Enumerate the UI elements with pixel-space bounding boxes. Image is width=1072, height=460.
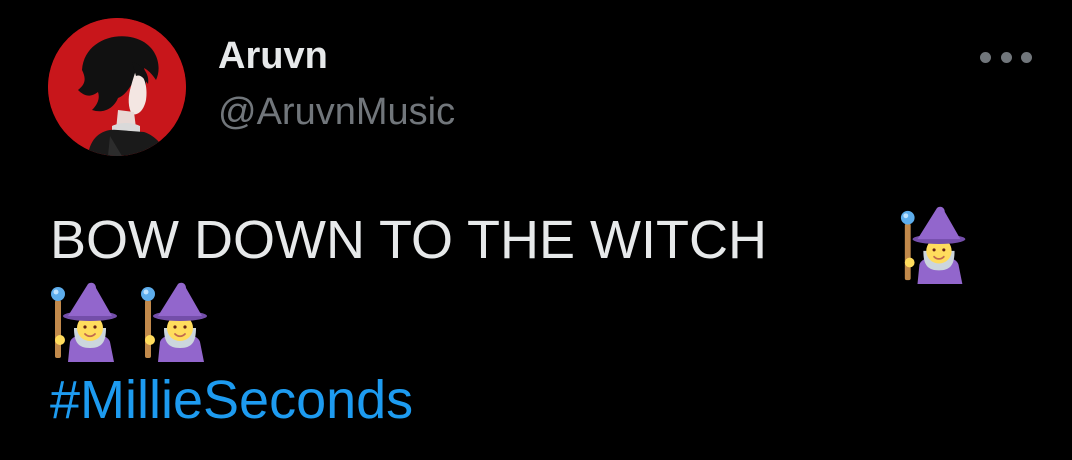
tweet-card[interactable]: Aruvn @AruvnMusic BOW DOWN TO THE WITCH … xyxy=(0,0,1072,460)
woman-mage-emoji xyxy=(900,206,967,284)
woman-mage-emoji xyxy=(50,282,118,362)
ellipsis-icon xyxy=(1000,51,1012,63)
woman-mage-emoji xyxy=(140,282,208,362)
author-display-name[interactable]: Aruvn xyxy=(218,34,328,78)
ellipsis-icon xyxy=(1021,51,1032,63)
avatar[interactable] xyxy=(48,18,186,156)
avatar-illustration xyxy=(48,18,186,156)
more-options-button[interactable] xyxy=(980,40,1032,74)
author-handle[interactable]: @AruvnMusic xyxy=(218,90,455,134)
ellipsis-icon xyxy=(980,51,991,63)
tweet-text: BOW DOWN TO THE WITCH xyxy=(50,210,767,270)
emoji-row xyxy=(50,282,216,362)
hashtag-link[interactable]: #MillieSeconds xyxy=(50,368,413,432)
